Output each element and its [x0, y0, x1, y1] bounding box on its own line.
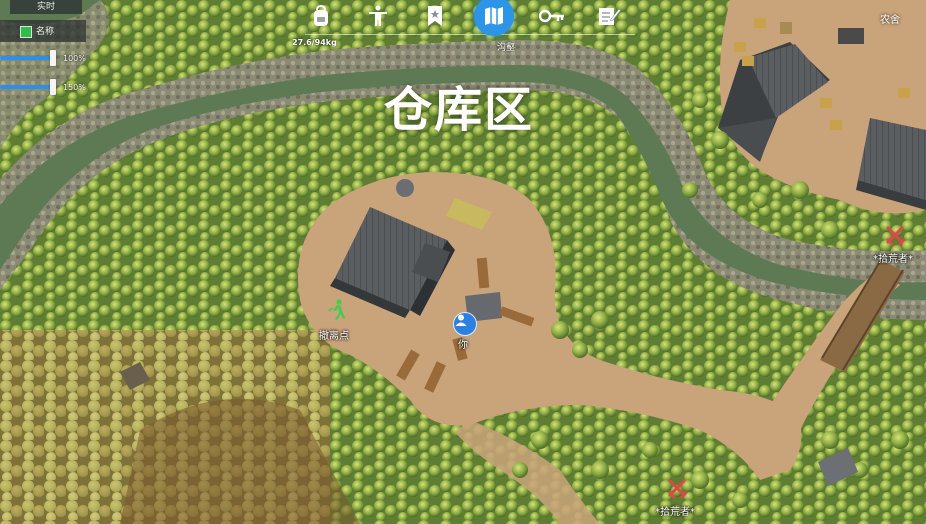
name-toggle-row[interactable]: 名称: [0, 20, 86, 42]
tab-bookmark[interactable]: [419, 0, 451, 32]
notes-icon: [599, 8, 621, 25]
zone-name-label: 仓库区: [384, 82, 535, 138]
tab-notes[interactable]: [593, 0, 625, 32]
carry-weight: 27.6/94kg: [292, 38, 337, 47]
game-map[interactable]: 仓库区 农舍 撤离点 你 *拾荒者* *拾荒者*: [0, 0, 926, 524]
map-icon: [485, 7, 503, 25]
nav-divider: [305, 34, 635, 35]
player-marker[interactable]: [453, 312, 477, 336]
slider-1-track[interactable]: [0, 56, 55, 60]
slider-2-track[interactable]: [0, 85, 55, 89]
farmhouse-area-label: 农舍: [880, 15, 900, 26]
scavenger-marker-2[interactable]: [667, 478, 689, 500]
running-man-icon: [328, 299, 345, 320]
key-icon: [539, 9, 564, 23]
scavenger-label-2: *拾荒者*: [655, 507, 695, 518]
slider-1-fill: [0, 56, 55, 60]
slider-1-handle[interactable]: [50, 50, 56, 66]
backpack-icon: [314, 5, 328, 26]
slider-2-fill: [0, 85, 55, 89]
crossed-swords-icon: [886, 226, 906, 246]
name-checkbox-label: 名称: [36, 27, 55, 37]
bookmark-star-icon: [428, 6, 442, 26]
tab-backpack[interactable]: [305, 0, 337, 32]
slider-2-value: 150%: [63, 83, 86, 92]
slider-2-handle[interactable]: [50, 79, 56, 95]
character-icon: [369, 5, 387, 26]
slider-1-value: 100%: [63, 54, 86, 63]
player-label: 你: [458, 340, 468, 351]
name-checkbox[interactable]: [20, 26, 32, 38]
realtime-tab[interactable]: 实时: [10, 0, 82, 14]
scavenger-marker-1[interactable]: [885, 225, 907, 247]
extraction-point-marker[interactable]: [327, 299, 347, 321]
active-tab-title: 沟壑: [497, 43, 516, 53]
tab-character[interactable]: [362, 0, 394, 32]
scavenger-label-1: *拾荒者*: [873, 254, 913, 265]
crossed-swords-icon: [668, 479, 688, 499]
extraction-point-label: 撤离点: [319, 331, 349, 342]
user-icon: [455, 314, 467, 326]
tab-keys[interactable]: [536, 0, 568, 32]
